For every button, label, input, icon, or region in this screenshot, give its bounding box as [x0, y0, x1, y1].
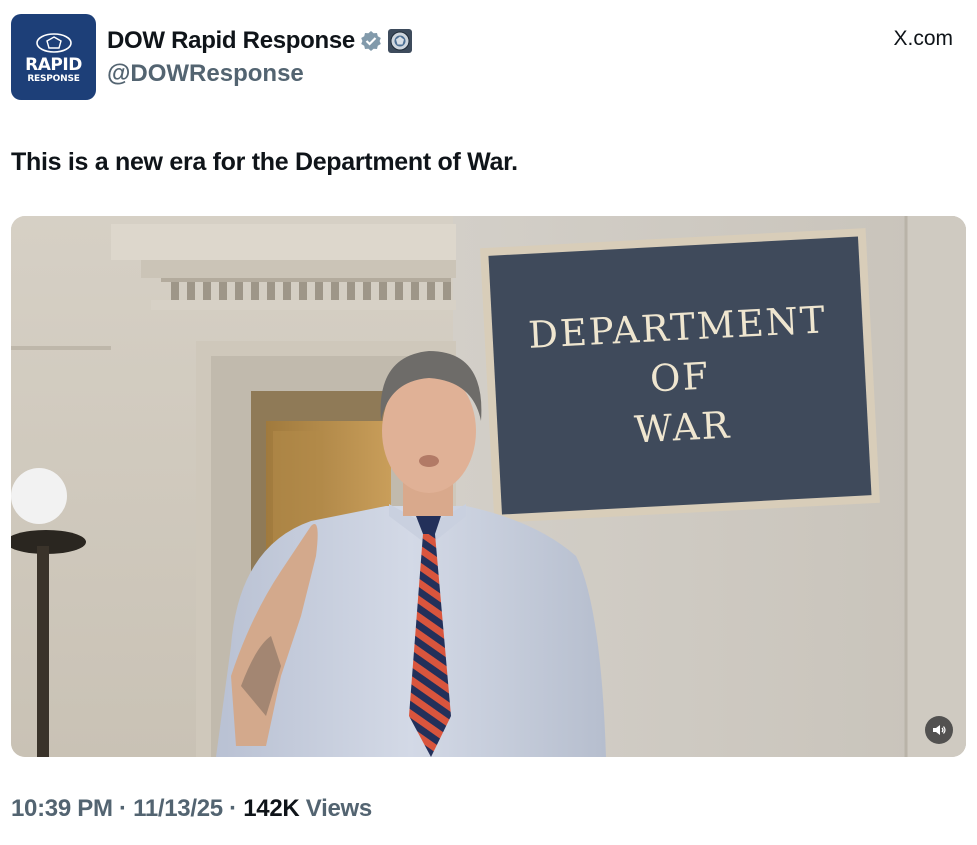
meta-separator: · — [112, 795, 134, 822]
sign-line-2: OF — [649, 354, 711, 400]
display-name[interactable]: DOW Rapid Response — [107, 27, 355, 55]
tweet-meta: 10:39 PM · 11/13/25 · 142K Views — [11, 795, 372, 823]
meta-separator: · — [222, 795, 244, 822]
sign-line-3: WAR — [633, 403, 732, 451]
avatar-text-response: RESPONSE — [27, 74, 80, 84]
avatar[interactable]: RAPID RESPONSE — [11, 14, 96, 100]
speaker-muted-icon — [933, 725, 946, 735]
views-label: Views — [305, 795, 372, 822]
user-handle[interactable]: @DOWResponse — [107, 60, 304, 88]
post-date[interactable]: 11/13/25 — [133, 795, 223, 822]
video-frame: DEPARTMENT OF WAR — [11, 216, 966, 757]
pentagon-seal-icon — [35, 33, 72, 53]
source-label: X.com — [893, 27, 953, 50]
avatar-text-rapid: RAPID — [25, 55, 82, 75]
mute-button[interactable] — [925, 716, 953, 744]
tweet-text: This is a new era for the Department of … — [11, 148, 518, 176]
video-player[interactable]: DEPARTMENT OF WAR — [11, 216, 966, 757]
affiliate-seal-icon — [387, 29, 412, 53]
post-time[interactable]: 10:39 PM — [11, 795, 113, 822]
views-count: 142K — [243, 795, 300, 822]
verified-badge-icon — [361, 31, 381, 51]
name-row: DOW Rapid Response — [107, 24, 413, 58]
